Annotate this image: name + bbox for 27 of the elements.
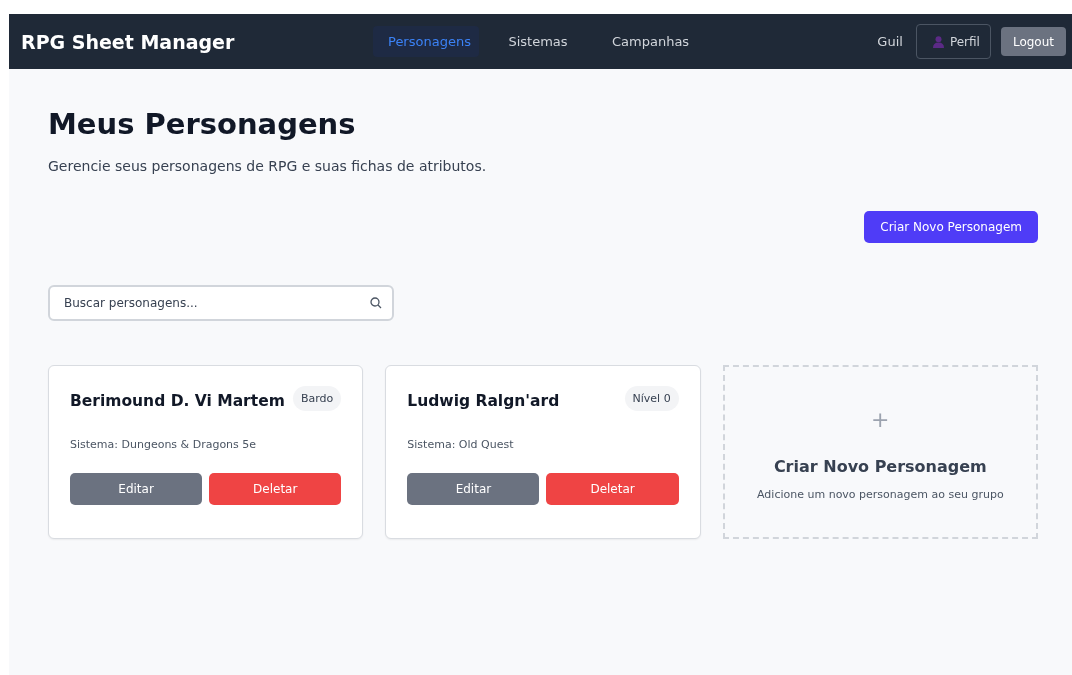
edit-button[interactable]: Editar (407, 473, 540, 505)
character-system: Sistema: Dungeons & Dragons 5e (70, 438, 258, 451)
logout-button[interactable]: Logout (1000, 27, 1066, 56)
plus-icon: + (871, 409, 890, 431)
new-character-title: Criar Novo Personagem (773, 457, 987, 476)
character-badge: Nível 0 (624, 386, 679, 411)
user-icon (932, 35, 944, 48)
delete-button[interactable]: Deletar (209, 473, 342, 505)
character-badge: Bardo (293, 386, 342, 411)
search-field[interactable]: Buscar personagens... (48, 285, 394, 321)
character-name: Ludwig Ralgn'ard (407, 392, 560, 410)
character-name: Berimound D. Vi Martem (70, 392, 285, 410)
profile-button[interactable]: Perfil (915, 24, 991, 59)
brand-title: RPG Sheet Manager (21, 30, 236, 53)
nav-link[interactable]: Campanhas (597, 26, 703, 57)
page-title: Meus Personagens (48, 106, 357, 141)
new-character-subtitle: Adicione um novo personagem ao seu grupo (757, 488, 1004, 501)
user-name: Guil (877, 34, 903, 49)
delete-button[interactable]: Deletar (546, 473, 679, 505)
nav-link[interactable]: Sistemas (485, 26, 591, 57)
edit-button[interactable]: Editar (70, 473, 203, 505)
new-character-card[interactable]: + Criar Novo Personagem Adicione um novo personagem ao seu grupo (722, 365, 1038, 539)
search-icon (370, 297, 382, 309)
character-system: Sistema: Old Quest (407, 438, 515, 451)
page-subtitle: Gerencie seus personagens de RPG e suas fichas de atributos. (48, 158, 488, 174)
nav-link[interactable]: Personagens (373, 26, 479, 57)
create-character-button[interactable]: Criar Novo Personagem (864, 211, 1038, 243)
